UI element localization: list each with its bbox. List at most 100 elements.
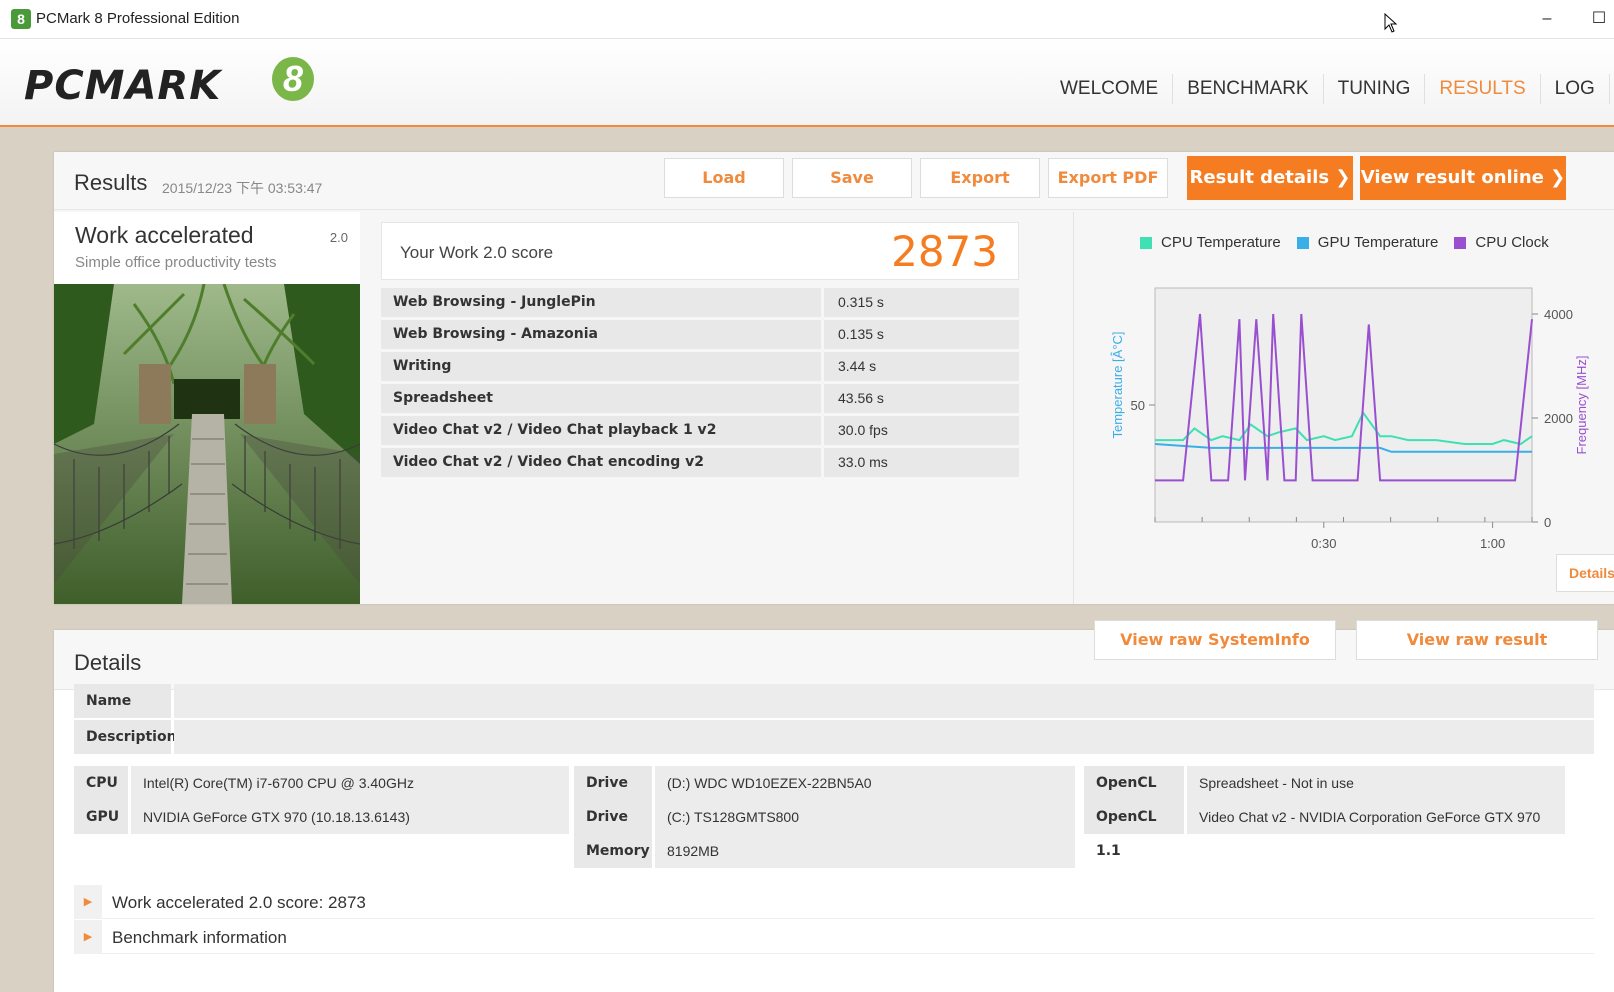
description-row: Description — [74, 720, 1594, 754]
legend-cpu-temperature: CPU Temperature — [1140, 234, 1281, 251]
subtest-value: 43.56 s — [824, 384, 1019, 413]
subtest-name: Writing — [381, 352, 821, 381]
test-version: 2.0 — [329, 230, 348, 245]
nav-benchmark[interactable]: BENCHMARK — [1173, 74, 1324, 104]
score-box: Your Work 2.0 score 2873 — [381, 222, 1019, 280]
window-title: PCMark 8 Professional Edition — [36, 10, 240, 27]
subtest-name: Web Browsing - JunglePin — [381, 288, 821, 317]
expand-arrow-icon: ▶ — [74, 885, 102, 919]
nav-results[interactable]: RESULTS — [1425, 74, 1541, 104]
raw-result-button[interactable]: View raw result — [1356, 620, 1598, 660]
legend-swatch — [1296, 236, 1309, 249]
main-nav: WELCOME BENCHMARK TUNING RESULTS LOG H — [1046, 74, 1614, 104]
legend-label: CPU Temperature — [1161, 234, 1281, 251]
window-titlebar: 8 PCMark 8 Professional Edition – ☐ — [0, 0, 1614, 39]
result-details-button[interactable]: Result details ❯ — [1187, 156, 1353, 200]
expander-label: Benchmark information — [112, 928, 287, 947]
legend-swatch — [1454, 236, 1467, 249]
opencl-label: OpenCL 1.1 — [1084, 766, 1184, 825]
y2-axis-label: Frequency [MHz] — [1574, 356, 1589, 455]
memory-value: 8192MB — [655, 834, 1075, 868]
subtest-row: Spreadsheet 43.56 s — [381, 384, 1019, 416]
subtest-value: 30.0 fps — [824, 416, 1019, 445]
nav-welcome[interactable]: WELCOME — [1046, 74, 1174, 104]
subtest-row: Video Chat v2 / Video Chat playback 1 v2… — [381, 416, 1019, 448]
maximize-button[interactable]: ☐ — [1584, 6, 1614, 32]
chart-legend: CPU Temperature GPU Temperature CPU Cloc… — [1140, 234, 1565, 251]
name-value — [174, 684, 1594, 718]
subtest-row: Web Browsing - JunglePin 0.315 s — [381, 288, 1019, 320]
subtest-name: Spreadsheet — [381, 384, 821, 413]
view-result-online-button[interactable]: View result online ❯ — [1360, 156, 1566, 200]
name-label: Name — [74, 684, 171, 718]
expander-label: Work accelerated 2.0 score: 2873 — [112, 893, 366, 912]
opencl-value: Video Chat v2 - NVIDIA Corporation GeFor… — [1187, 800, 1565, 834]
y2-tick-label: 2000 — [1544, 411, 1573, 426]
subtest-value: 0.135 s — [824, 320, 1019, 349]
monitoring-chart: CPU Temperature GPU Temperature CPU Cloc… — [1073, 212, 1614, 604]
opencl-row: OpenCL 1.1 Video Chat v2 - NVIDIA Corpor… — [1084, 800, 1565, 859]
nav-help[interactable]: H — [1610, 74, 1614, 104]
logo-8-mark: 8 — [272, 57, 314, 101]
cpu-label: CPU — [74, 766, 128, 800]
drive-label: Drive — [574, 800, 652, 834]
details-title: Details — [74, 650, 142, 675]
subtest-row: Video Chat v2 / Video Chat encoding v2 3… — [381, 448, 1019, 480]
raw-systeminfo-button[interactable]: View raw SystemInfo — [1094, 620, 1336, 660]
opencl-value: Spreadsheet - Not in use — [1187, 766, 1565, 800]
app-header: PCMARK 8 WELCOME BENCHMARK TUNING RESULT… — [0, 39, 1614, 127]
y-axis-label: Temperature [Â°C] — [1110, 331, 1125, 438]
subtest-list: Web Browsing - JunglePin 0.315 s Web Bro… — [381, 288, 1019, 480]
pcmark-app-icon: 8 — [11, 9, 31, 29]
score-expander[interactable]: ▶ Work accelerated 2.0 score: 2873 — [74, 885, 1594, 919]
opencl-label: OpenCL 1.1 — [1084, 800, 1184, 859]
export-button[interactable]: Export — [920, 158, 1040, 198]
x-tick-label: 0:30 — [1311, 536, 1336, 551]
save-button[interactable]: Save — [792, 158, 912, 198]
score-label: Your Work 2.0 score — [400, 243, 554, 262]
opencl-row: OpenCL 1.1 Spreadsheet - Not in use — [1084, 766, 1565, 825]
drive-label: Drive — [574, 766, 652, 800]
legend-cpu-clock: CPU Clock — [1454, 234, 1549, 251]
logo-text: PCMARK — [24, 63, 222, 109]
gpu-value: NVIDIA GeForce GTX 970 (10.18.13.6143) — [131, 800, 569, 834]
benchmark-info-expander[interactable]: ▶ Benchmark information — [74, 920, 1594, 954]
nav-tuning[interactable]: TUNING — [1324, 74, 1426, 104]
name-row: Name — [74, 684, 1594, 718]
details-panel: Details View raw SystemInfo View raw res… — [54, 620, 1614, 992]
results-date: 2015/12/23 下午 03:53:47 — [162, 180, 323, 196]
memory-row: Memory 8192MB — [574, 834, 1075, 868]
load-button[interactable]: Load — [664, 158, 784, 198]
y2-tick-label: 0 — [1544, 515, 1551, 530]
cpu-value: Intel(R) Core(TM) i7-6700 CPU @ 3.40GHz — [131, 766, 569, 800]
gpu-label: GPU — [74, 800, 128, 834]
y-tick-label: 50 — [1131, 398, 1145, 413]
expand-arrow-icon: ▶ — [74, 920, 102, 954]
subtest-row: Web Browsing - Amazonia 0.135 s — [381, 320, 1019, 352]
drive-value: (D:) WDC WD10EZEX-22BN5A0 — [655, 766, 1075, 800]
details-header: Details View raw SystemInfo View raw res… — [54, 620, 1614, 690]
nav-log[interactable]: LOG — [1541, 74, 1610, 104]
test-card: Work accelerated 2.0 Simple office produ… — [54, 212, 360, 604]
score-value: 2873 — [891, 227, 998, 276]
drive-value: (C:) TS128GMTS800 — [655, 800, 1075, 834]
pcmark-logo: PCMARK 8 — [24, 57, 324, 109]
legend-swatch — [1140, 236, 1152, 249]
minimize-button[interactable]: – — [1532, 6, 1562, 32]
memory-label: Memory — [574, 834, 652, 868]
plot-area — [1154, 287, 1533, 523]
subtest-value: 0.315 s — [824, 288, 1019, 317]
chart-plot: 0:301:0050020004000Time [s]Temperature [… — [1110, 287, 1589, 551]
description-value — [174, 720, 1594, 754]
subtest-value: 3.44 s — [824, 352, 1019, 381]
chart-details-button[interactable]: Details — [1556, 554, 1614, 592]
results-panel: Results 2015/12/23 下午 03:53:47 Load Save… — [54, 152, 1614, 604]
subtest-row: Writing 3.44 s — [381, 352, 1019, 384]
drive-row: Drive (D:) WDC WD10EZEX-22BN5A0 — [574, 766, 1075, 800]
rope-bridge-image — [54, 284, 360, 604]
results-title: Results — [74, 170, 148, 195]
mouse-cursor-icon — [1384, 13, 1398, 33]
export-pdf-button[interactable]: Export PDF — [1048, 158, 1168, 198]
subtest-name: Web Browsing - Amazonia — [381, 320, 821, 349]
cpu-row: CPU Intel(R) Core(TM) i7-6700 CPU @ 3.40… — [74, 766, 569, 800]
